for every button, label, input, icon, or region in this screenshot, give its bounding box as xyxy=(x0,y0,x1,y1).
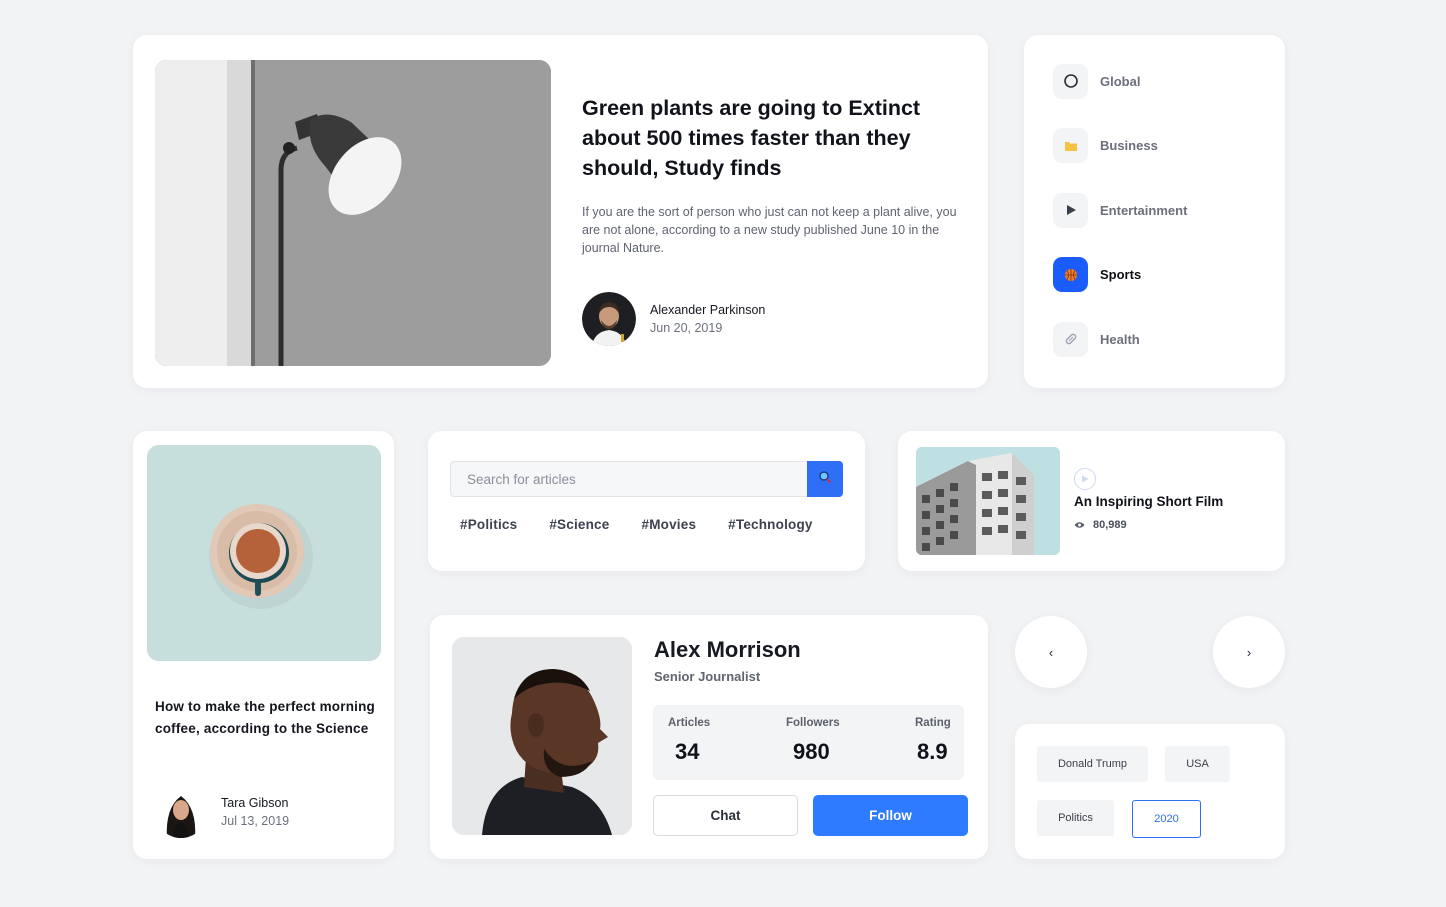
stat-label: Articles xyxy=(668,717,711,729)
previous-button[interactable]: ‹ xyxy=(1015,616,1087,688)
search-button[interactable] xyxy=(807,461,843,497)
category-label: Business xyxy=(1100,138,1158,154)
tag-politics[interactable]: #Politics xyxy=(460,517,517,532)
follow-button[interactable]: Follow xyxy=(813,795,968,836)
chevron-right-icon: › xyxy=(1246,644,1252,660)
category-business[interactable]: Business xyxy=(1053,128,1285,164)
trending-tags: #Politics #Science #Movies #Technology xyxy=(460,517,845,532)
chevron-left-icon: ‹ xyxy=(1048,644,1054,660)
category-label: Entertainment xyxy=(1100,202,1188,218)
publish-date: Jun 20, 2019 xyxy=(650,321,723,335)
tag-technology[interactable]: #Technology xyxy=(728,517,812,532)
video-views: 80,989 xyxy=(1074,519,1127,531)
tag-movies[interactable]: #Movies xyxy=(641,517,696,532)
coffee-article-image xyxy=(147,445,381,661)
category-label: Sports xyxy=(1100,267,1142,283)
category-menu: Global Business Entertainment Sports Hea… xyxy=(1024,35,1285,388)
folder-icon xyxy=(1053,128,1088,164)
tag-chip-politics[interactable]: Politics xyxy=(1037,800,1114,836)
author-avatar[interactable] xyxy=(155,786,207,838)
journalist-profile-card: Alex Morrison Senior Journalist Articles… xyxy=(430,615,988,859)
video-title[interactable]: An Inspiring Short Film xyxy=(1074,494,1223,509)
stat-label: Followers xyxy=(786,717,840,729)
journalist-stats: Articles 34 Followers 980 Rating 8.9 xyxy=(653,705,964,780)
eye-icon xyxy=(1074,521,1085,529)
play-icon xyxy=(1053,192,1088,228)
stat-value: 34 xyxy=(675,739,700,764)
journalist-name: Alex Morrison xyxy=(654,637,801,662)
category-label: Global xyxy=(1100,73,1141,89)
stat-rating: Rating 8.9 xyxy=(915,717,951,765)
next-button[interactable]: › xyxy=(1213,616,1285,688)
publish-date: Jul 13, 2019 xyxy=(221,814,290,828)
play-icon xyxy=(1081,470,1089,488)
category-health[interactable]: Health xyxy=(1053,321,1285,357)
stat-label: Rating xyxy=(915,717,951,729)
featured-article-title[interactable]: Green plants are going to Extinct about … xyxy=(582,93,967,183)
featured-article-image xyxy=(155,60,551,366)
play-button[interactable] xyxy=(1074,468,1096,490)
stat-value: 8.9 xyxy=(917,739,948,764)
featured-article-author: Alexander Parkinson Jun 20, 2019 xyxy=(582,292,967,346)
category-sports[interactable]: Sports xyxy=(1053,257,1285,293)
video-thumbnail[interactable] xyxy=(916,447,1060,555)
profile-photo xyxy=(452,637,632,835)
video-card[interactable]: An Inspiring Short Film 80,989 xyxy=(898,431,1285,571)
featured-article-excerpt: If you are the sort of person who just c… xyxy=(582,205,957,255)
featured-article-card[interactable]: Green plants are going to Extinct about … xyxy=(133,35,988,388)
search-card: #Politics #Science #Movies #Technology xyxy=(428,431,865,571)
tag-chip-usa[interactable]: USA xyxy=(1165,746,1230,782)
author-name[interactable]: Tara Gibson xyxy=(221,796,289,810)
tag-science[interactable]: #Science xyxy=(549,517,609,532)
stat-value: 980 xyxy=(793,739,830,764)
category-label: Health xyxy=(1100,331,1140,347)
tag-chip-donald-trump[interactable]: Donald Trump xyxy=(1037,746,1148,782)
search-icon xyxy=(818,470,832,489)
coffee-article-card[interactable]: How to make the perfect morning coffee, … xyxy=(133,431,394,859)
author-avatar[interactable] xyxy=(582,292,636,346)
tag-cloud-card: Donald Trump USA Politics 2020 xyxy=(1015,724,1285,859)
pill-icon xyxy=(1053,321,1088,357)
category-entertainment[interactable]: Entertainment xyxy=(1053,192,1285,228)
stat-followers: Followers 980 xyxy=(786,717,840,765)
coffee-article-author: Tara Gibson Jul 13, 2019 xyxy=(155,786,289,838)
search-input[interactable] xyxy=(451,462,808,496)
stat-articles: Articles 34 xyxy=(668,717,710,765)
globe-icon xyxy=(1053,63,1088,99)
chat-button[interactable]: Chat xyxy=(653,795,798,836)
coffee-article-title[interactable]: How to make the perfect morning coffee, … xyxy=(155,696,375,740)
journalist-role: Senior Journalist xyxy=(654,669,761,684)
category-global[interactable]: Global xyxy=(1053,63,1285,99)
author-name[interactable]: Alexander Parkinson xyxy=(650,303,765,317)
basketball-icon xyxy=(1053,257,1088,293)
search-field xyxy=(450,461,808,497)
view-count: 80,989 xyxy=(1093,519,1127,531)
tag-chip-2020[interactable]: 2020 xyxy=(1132,800,1201,838)
